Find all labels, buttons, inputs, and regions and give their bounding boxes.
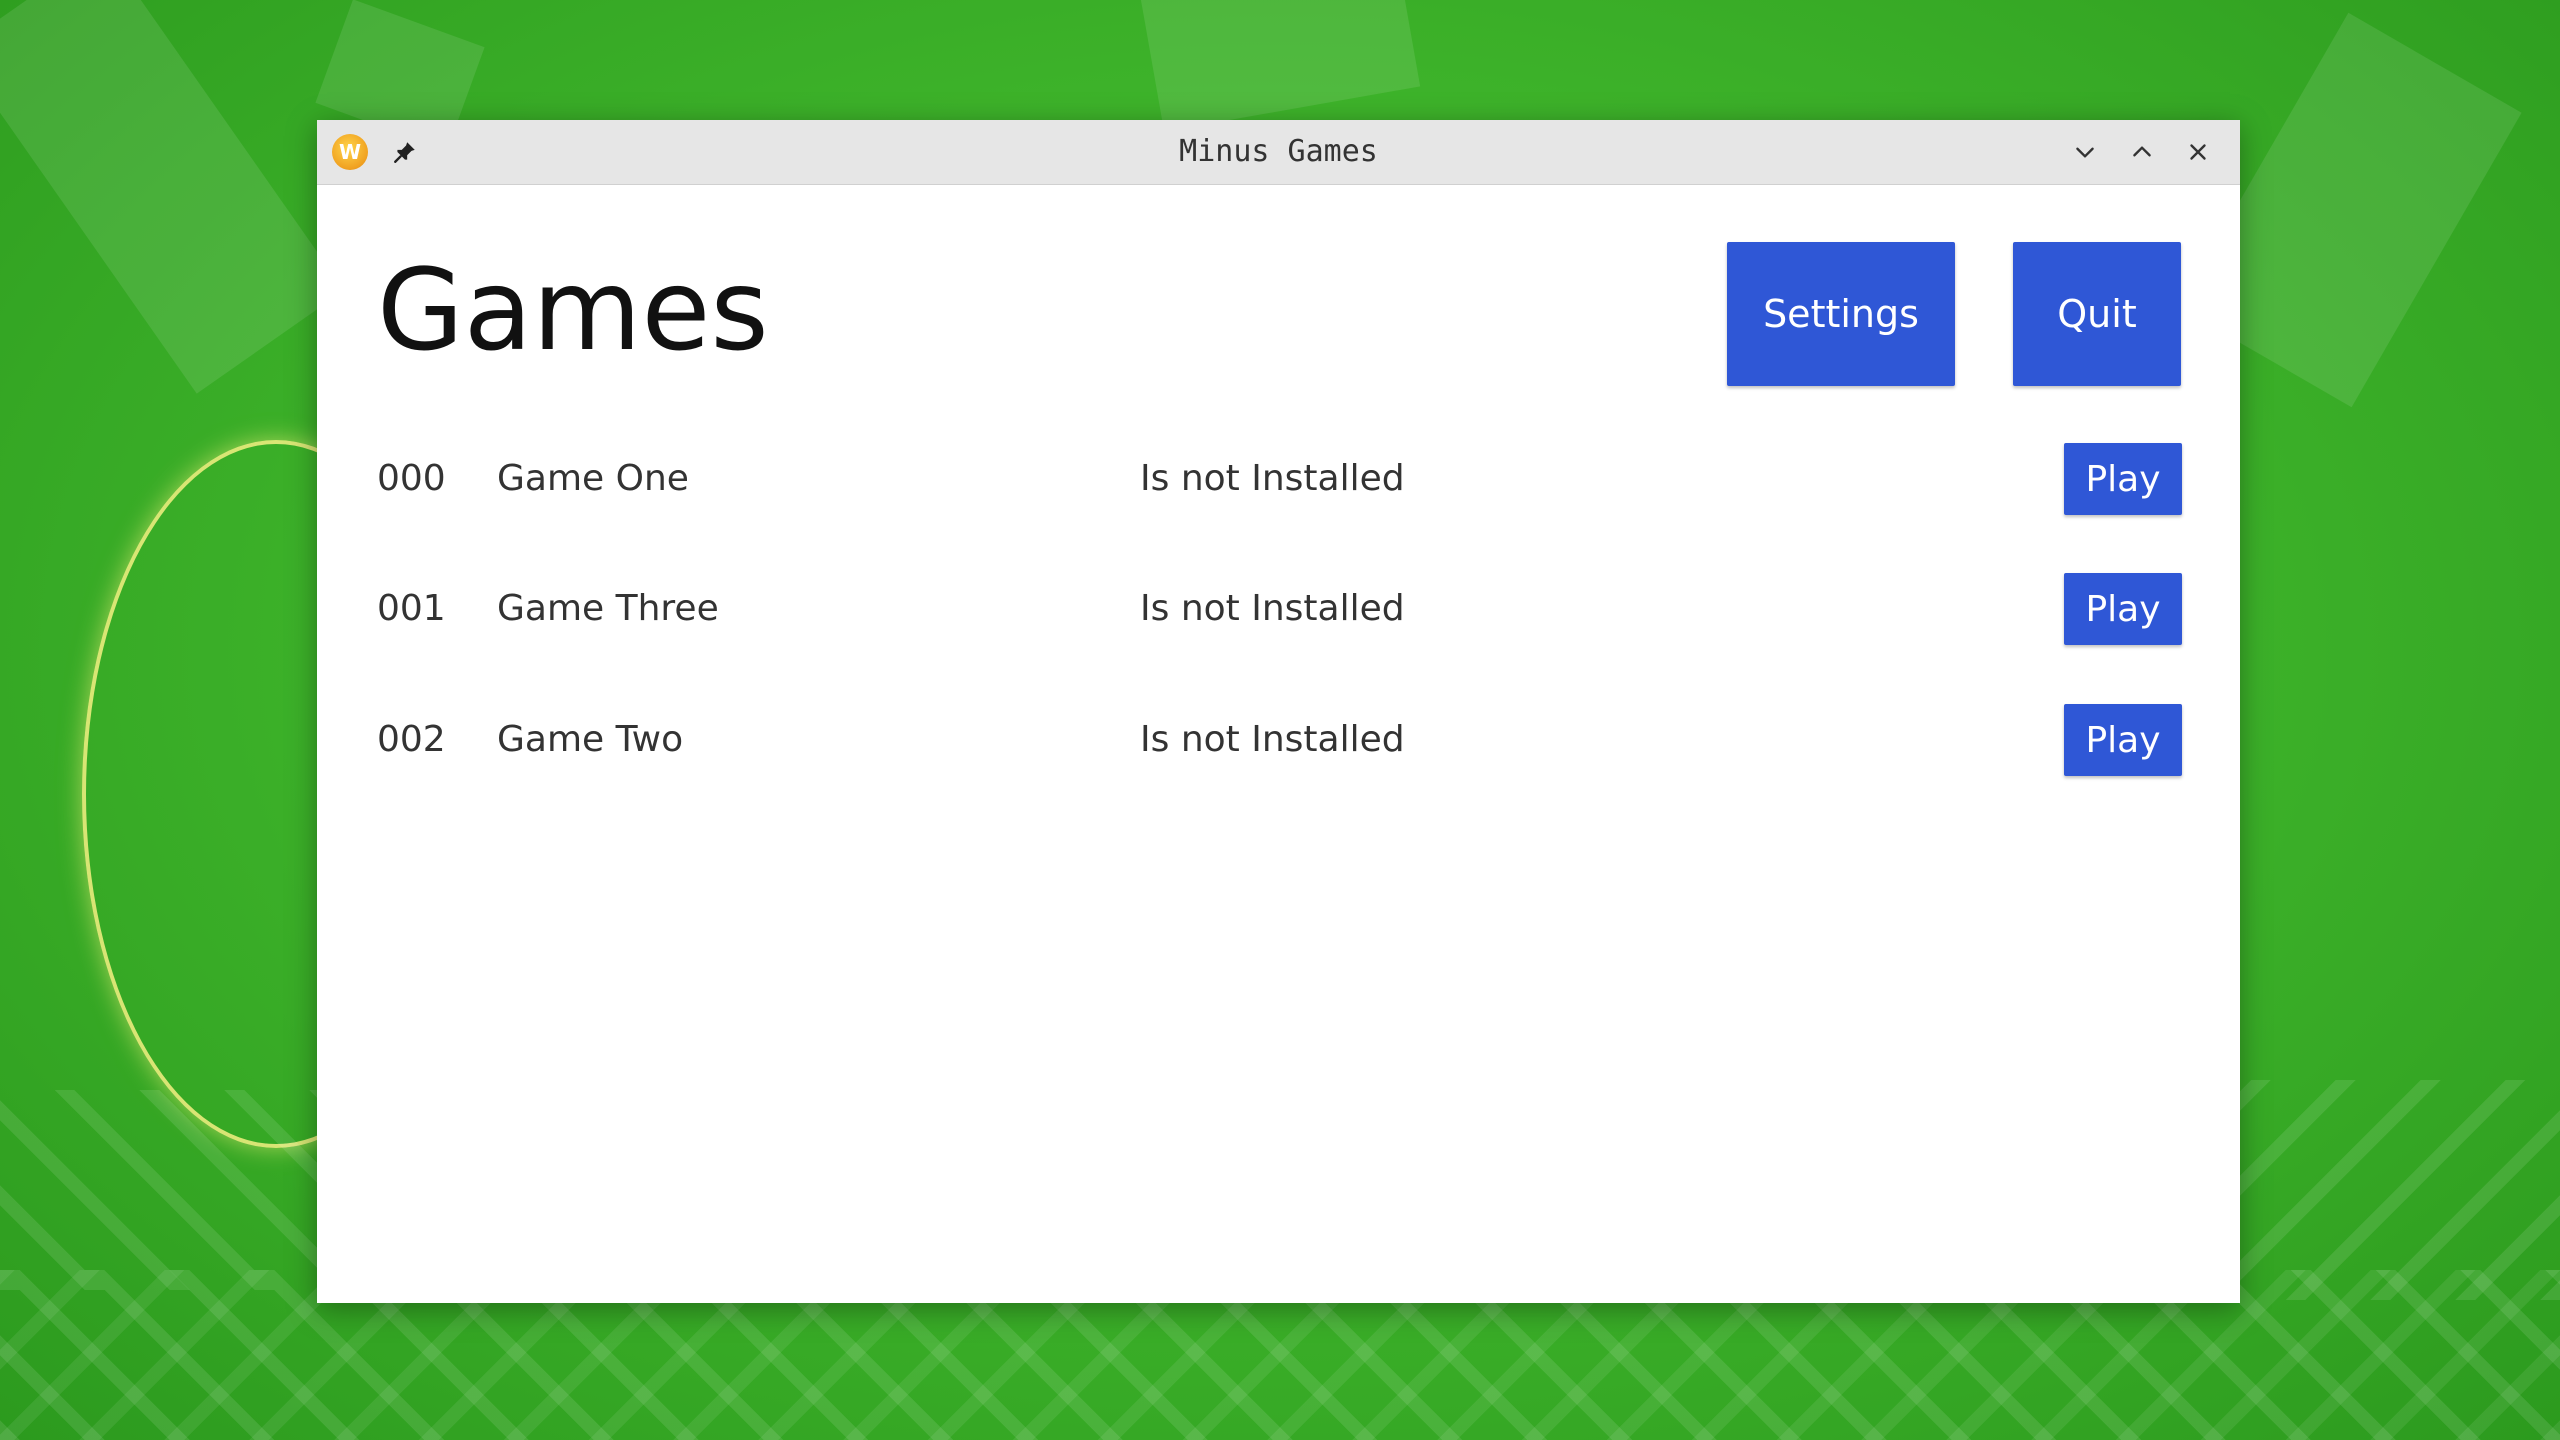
game-name: Game Two	[497, 719, 684, 760]
close-icon[interactable]	[2178, 132, 2218, 172]
game-status: Is not Installed	[1140, 588, 1405, 629]
play-button[interactable]: Play	[2064, 573, 2182, 645]
settings-button[interactable]: Settings	[1727, 242, 1955, 386]
play-button[interactable]: Play	[2064, 704, 2182, 776]
wallpaper-pattern	[0, 1090, 317, 1290]
game-row: 000 Game One Is not Installed Play	[317, 439, 2240, 519]
wallpaper-shape	[0, 0, 345, 394]
window-content: Games Settings Quit 000 Game One Is not …	[317, 185, 2240, 1304]
window-titlebar[interactable]: W Minus Games	[317, 120, 2240, 185]
game-name: Game One	[497, 458, 689, 499]
quit-button[interactable]: Quit	[2013, 242, 2181, 386]
play-button[interactable]: Play	[2064, 443, 2182, 515]
game-status: Is not Installed	[1140, 719, 1405, 760]
wallpaper-shape	[1139, 0, 1421, 132]
page-title: Games	[377, 246, 769, 376]
game-id: 002	[377, 719, 446, 760]
window-title: Minus Games	[1179, 134, 1378, 169]
game-name: Game Three	[497, 588, 719, 629]
wallpaper-pattern	[2240, 1080, 2560, 1300]
game-id: 000	[377, 458, 446, 499]
app-window: W Minus Games Games Settings Quit 000 Ga…	[317, 120, 2240, 1303]
chevron-up-icon[interactable]	[2122, 132, 2162, 172]
game-row: 001 Game Three Is not Installed Play	[317, 569, 2240, 649]
chevron-down-icon[interactable]	[2065, 132, 2105, 172]
game-status: Is not Installed	[1140, 458, 1405, 499]
game-id: 001	[377, 588, 446, 629]
game-row: 002 Game Two Is not Installed Play	[317, 700, 2240, 780]
